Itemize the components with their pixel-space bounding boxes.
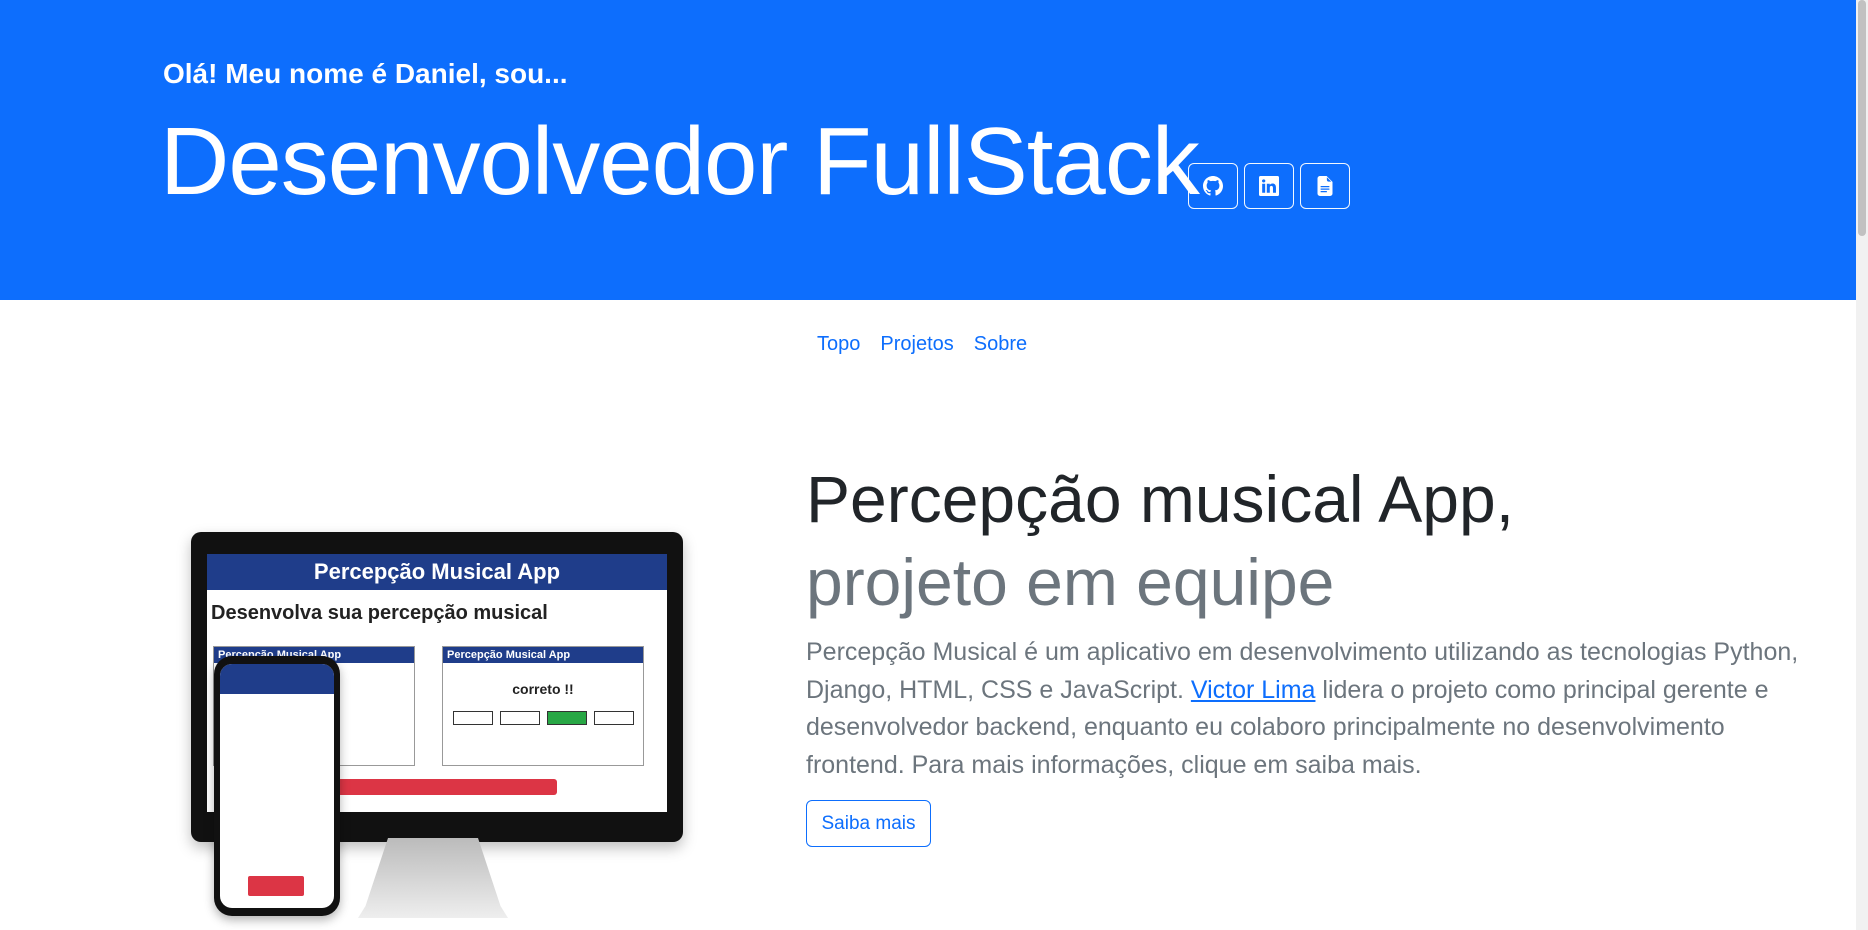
project-title-sub: projeto em equipe xyxy=(806,545,1335,620)
mockup-answer-cell xyxy=(452,711,493,725)
hero-banner: Olá! Meu nome é Daniel, sou... Desenvolv… xyxy=(0,0,1856,300)
project-description: Percepção Musical é um aplicativo em des… xyxy=(806,634,1806,784)
mockup-cta-bar xyxy=(317,779,557,795)
project-title-main: Percepção musical App, xyxy=(806,462,1515,536)
github-button[interactable] xyxy=(1188,163,1238,209)
mockup-answer-cell xyxy=(546,711,587,725)
mockup-panel-right: Percepção Musical App correto !! xyxy=(442,646,644,766)
victor-lima-link[interactable]: Victor Lima xyxy=(1191,676,1316,704)
scrollbar[interactable] xyxy=(1856,0,1868,930)
resume-button[interactable] xyxy=(1300,163,1350,209)
mockup-panel-text: correto !! xyxy=(512,681,574,697)
mockup-panel-title: Percepção Musical App xyxy=(443,647,643,663)
scrollbar-thumb[interactable] xyxy=(1858,0,1866,236)
github-icon xyxy=(1203,176,1223,196)
linkedin-icon xyxy=(1259,176,1279,196)
mockup-heading: Desenvolva sua percepção musical xyxy=(211,602,548,624)
main-nav: Topo Projetos Sobre xyxy=(817,333,1027,356)
hero-subtitle: Olá! Meu nome é Daniel, sou... xyxy=(163,58,568,89)
hero-title: Desenvolvedor FullStack xyxy=(160,108,1200,215)
phone-cta xyxy=(248,876,304,896)
document-icon xyxy=(1317,176,1333,196)
saiba-mais-button[interactable]: Saiba mais xyxy=(806,800,931,847)
linkedin-button[interactable] xyxy=(1244,163,1294,209)
phone xyxy=(214,656,340,916)
nav-link-topo[interactable]: Topo xyxy=(817,333,860,356)
mockup-answer-cell xyxy=(593,711,634,725)
social-links xyxy=(1188,163,1350,209)
nav-link-sobre[interactable]: Sobre xyxy=(974,333,1027,356)
phone-header xyxy=(220,664,334,694)
monitor-stand xyxy=(358,838,508,918)
nav-link-projetos[interactable]: Projetos xyxy=(880,333,953,356)
mockup-app-title: Percepção Musical App xyxy=(207,554,667,590)
page: Olá! Meu nome é Daniel, sou... Desenvolv… xyxy=(0,0,1856,930)
project-mockup-image: Percepção Musical App Desenvolva sua per… xyxy=(188,528,688,928)
mockup-answer-cell xyxy=(499,711,540,725)
phone-screen xyxy=(220,664,334,908)
project-title: Percepção musical App, projeto em equipe xyxy=(806,458,1514,624)
mockup-answer-row xyxy=(449,711,637,725)
